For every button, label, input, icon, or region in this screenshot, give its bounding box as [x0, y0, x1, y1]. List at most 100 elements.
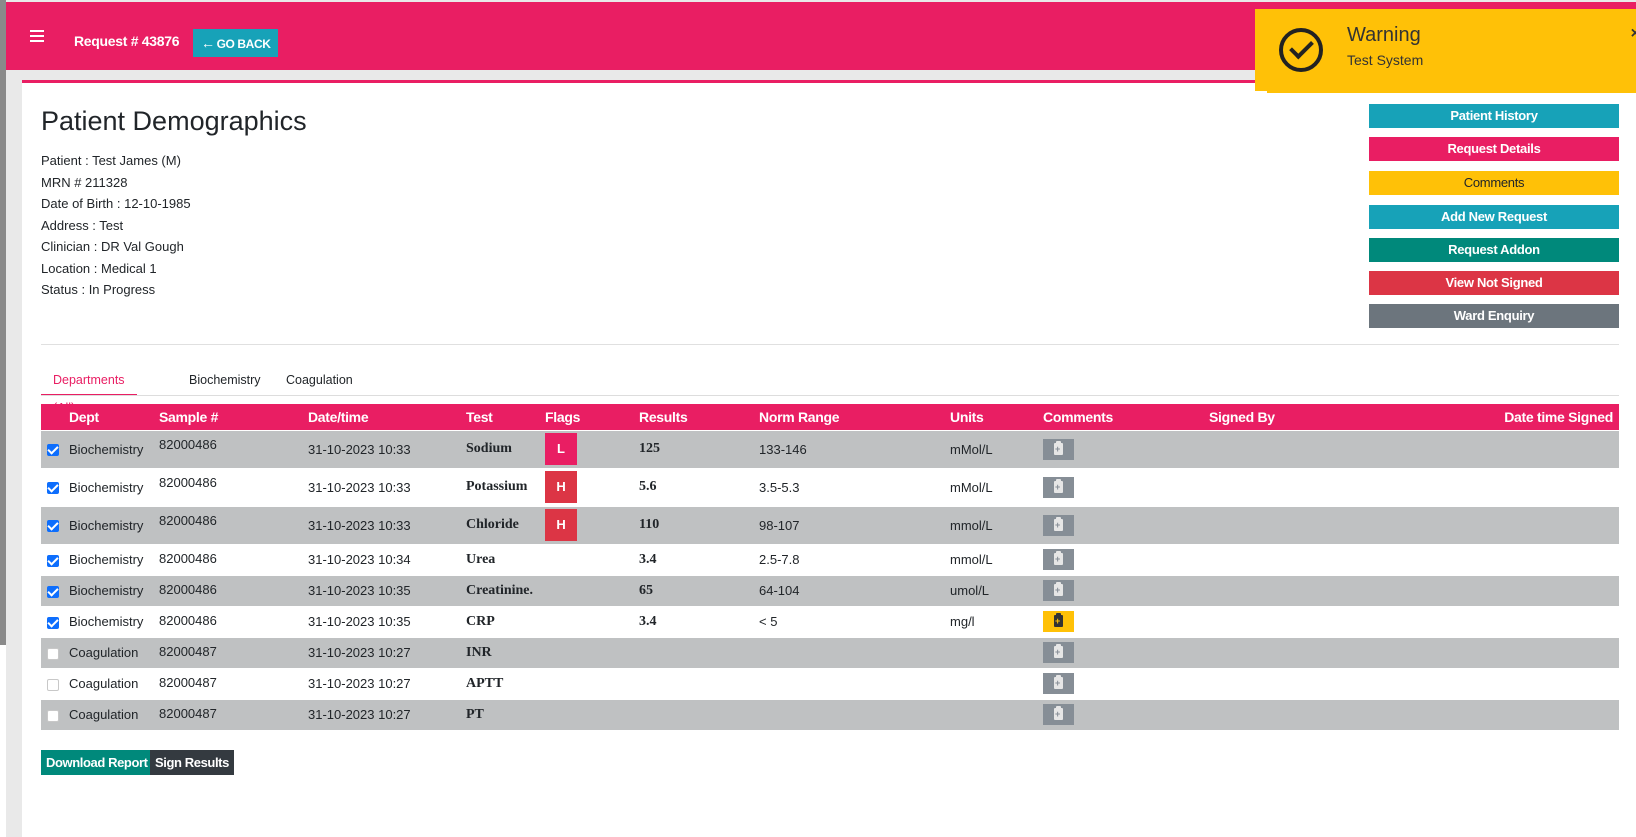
cell-comments — [1037, 543, 1204, 575]
download-report-button[interactable]: Download Report — [41, 750, 153, 775]
comment-clipboard-icon[interactable] — [1043, 438, 1075, 460]
row-checkbox[interactable] — [47, 585, 59, 598]
sign-results-button[interactable]: Sign Results — [150, 750, 234, 775]
cell-result: 3.4 — [633, 543, 754, 575]
header-comments[interactable]: Comments — [1037, 404, 1204, 430]
go-back-button[interactable]: ← GO BACK — [193, 29, 279, 57]
cell-sample: 82000486 — [153, 429, 302, 468]
cell-norm-range — [753, 698, 945, 730]
patient-history-button[interactable]: Patient History — [1369, 104, 1619, 128]
cell-result — [633, 698, 754, 730]
clipboard-icon — [1054, 478, 1064, 493]
add-new-request-button[interactable]: Add New Request — [1369, 205, 1619, 229]
cell-sample: 82000486 — [153, 467, 302, 506]
arrow-left-icon: ← — [201, 35, 215, 51]
row-checkbox[interactable] — [47, 520, 59, 533]
cell-units: umol/L — [944, 574, 1038, 606]
row-checkbox[interactable] — [47, 554, 59, 567]
header-select — [41, 404, 63, 430]
cell-test: Chloride — [460, 505, 540, 544]
tab-biochemistry[interactable]: Biochemistry — [177, 366, 273, 396]
close-icon[interactable]: × — [1631, 25, 1636, 43]
header-results[interactable]: Results — [633, 404, 754, 430]
cell-signed-by — [1203, 605, 1361, 637]
comment-clipboard-icon[interactable] — [1043, 580, 1075, 601]
cell-norm-range: 3.5-5.3 — [753, 467, 945, 506]
cell-test: INR — [460, 636, 540, 668]
cell-comments — [1037, 605, 1204, 637]
row-checkbox[interactable] — [47, 482, 59, 495]
row-select-cell — [41, 636, 63, 668]
cell-norm-range: 98-107 — [753, 505, 945, 544]
hamburger-menu-icon[interactable] — [30, 30, 44, 42]
cell-sample: 82000487 — [153, 667, 302, 699]
header-datetime[interactable]: Date/time — [302, 404, 460, 430]
cell-sample: 82000486 — [153, 505, 302, 544]
cell-flag — [539, 667, 634, 699]
tab-departments-all[interactable]: Departments (All) — [41, 366, 137, 415]
table-row: Coagulation 82000487 31-10-2023 10:27 APTT — [41, 667, 1619, 699]
cell-comments — [1037, 667, 1204, 699]
row-checkbox[interactable] — [47, 444, 59, 457]
cell-units: mMol/L — [944, 467, 1038, 506]
cell-signed-by — [1203, 429, 1361, 468]
row-checkbox[interactable] — [47, 647, 59, 660]
cell-norm-range: 2.5-7.8 — [753, 543, 945, 575]
row-checkbox[interactable] — [47, 678, 59, 691]
cell-comments — [1037, 574, 1204, 606]
cell-datetime: 31-10-2023 10:35 — [302, 574, 460, 606]
comment-clipboard-icon[interactable] — [1043, 514, 1075, 536]
results-table: Dept Sample # Date/time Test Flags Resul… — [41, 404, 1619, 730]
cell-datetime: 31-10-2023 10:33 — [302, 505, 460, 544]
comment-clipboard-icon[interactable] — [1043, 673, 1075, 694]
cell-result: 110 — [633, 505, 754, 544]
header-signed-by[interactable]: Signed By — [1203, 404, 1361, 430]
cell-units — [944, 667, 1038, 699]
cell-datetime: 31-10-2023 10:27 — [302, 667, 460, 699]
header-flags[interactable]: Flags — [539, 404, 634, 430]
cell-test: CRP — [460, 605, 540, 637]
cell-dept: Biochemistry — [63, 574, 153, 606]
cell-test: PT — [460, 698, 540, 730]
table-row: Biochemistry 82000486 31-10-2023 10:35 CRP 3… — [41, 605, 1619, 637]
cell-date-signed — [1360, 429, 1619, 468]
header-units[interactable]: Units — [944, 404, 1038, 430]
warning-toast: Warning Test System × — [1255, 9, 1636, 93]
cell-result — [633, 667, 754, 699]
row-select-cell — [41, 467, 63, 506]
row-select-cell — [41, 605, 63, 637]
cell-units: mmol/L — [944, 543, 1038, 575]
header-date-signed[interactable]: Date time Signed — [1360, 404, 1619, 430]
view-not-signed-button[interactable]: View Not Signed — [1369, 271, 1619, 295]
header-norm-range[interactable]: Norm Range — [753, 404, 945, 430]
divider — [41, 344, 1619, 345]
comment-clipboard-icon[interactable] — [1043, 611, 1075, 632]
comment-clipboard-icon[interactable] — [1043, 549, 1075, 570]
cell-test: Sodium — [460, 429, 540, 468]
cell-signed-by — [1203, 636, 1361, 668]
cell-sample: 82000487 — [153, 698, 302, 730]
request-details-button[interactable]: Request Details — [1369, 137, 1619, 161]
table-row: Biochemistry 82000486 31-10-2023 10:34 Urea… — [41, 543, 1619, 575]
request-addon-button[interactable]: Request Addon — [1369, 238, 1619, 262]
patient-dob: Date of Birth : 12-10-1985 — [41, 196, 191, 211]
tab-coagulation[interactable]: Coagulation — [274, 366, 365, 396]
cell-dept: Biochemistry — [63, 467, 153, 506]
cell-flag — [539, 698, 634, 730]
ward-enquiry-button[interactable]: Ward Enquiry — [1369, 304, 1619, 328]
row-checkbox[interactable] — [47, 616, 59, 629]
header-sample[interactable]: Sample # — [153, 404, 302, 430]
cell-signed-by — [1203, 667, 1361, 699]
cell-flag — [539, 543, 634, 575]
patient-demographics: Patient : Test James (M) MRN # 211328 Da… — [41, 150, 191, 301]
header-test[interactable]: Test — [460, 404, 540, 430]
cell-date-signed — [1360, 505, 1619, 544]
comments-button[interactable]: Comments — [1369, 171, 1619, 195]
comment-clipboard-icon[interactable] — [1043, 476, 1075, 498]
flag-badge: H — [545, 471, 578, 503]
comment-clipboard-icon[interactable] — [1043, 642, 1075, 663]
comment-clipboard-icon[interactable] — [1043, 704, 1075, 726]
table-row: Coagulation 82000487 31-10-2023 10:27 INR — [41, 636, 1619, 668]
header-dept[interactable]: Dept — [63, 404, 153, 430]
row-checkbox[interactable] — [47, 709, 59, 722]
